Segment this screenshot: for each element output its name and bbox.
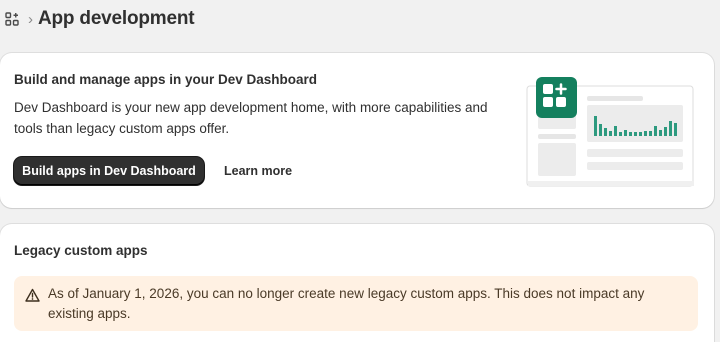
chevron-right-icon: › — [28, 10, 33, 28]
legacy-custom-apps-title: Legacy custom apps — [14, 243, 148, 258]
dev-dashboard-illustration — [526, 77, 696, 189]
learn-more-link[interactable]: Learn more — [214, 157, 302, 185]
dev-dashboard-card-title: Build and manage apps in your Dev Dashbo… — [14, 72, 318, 87]
legacy-custom-apps-card: Legacy custom apps As of January 1, 2026… — [0, 224, 714, 342]
page-title: App development — [38, 8, 195, 29]
dev-dashboard-card-description: Dev Dashboard is your new app developmen… — [14, 100, 488, 136]
dev-dashboard-card: Build and manage apps in your Dev Dashbo… — [0, 53, 714, 208]
apps-icon[interactable] — [5, 12, 19, 26]
warning-banner: As of January 1, 2026, you can no longer… — [14, 276, 698, 331]
warning-icon — [25, 288, 40, 303]
build-apps-button[interactable]: Build apps in Dev Dashboard — [14, 157, 204, 185]
warning-banner-text: As of January 1, 2026, you can no longer… — [48, 286, 645, 321]
page-header: › App development — [5, 6, 195, 32]
